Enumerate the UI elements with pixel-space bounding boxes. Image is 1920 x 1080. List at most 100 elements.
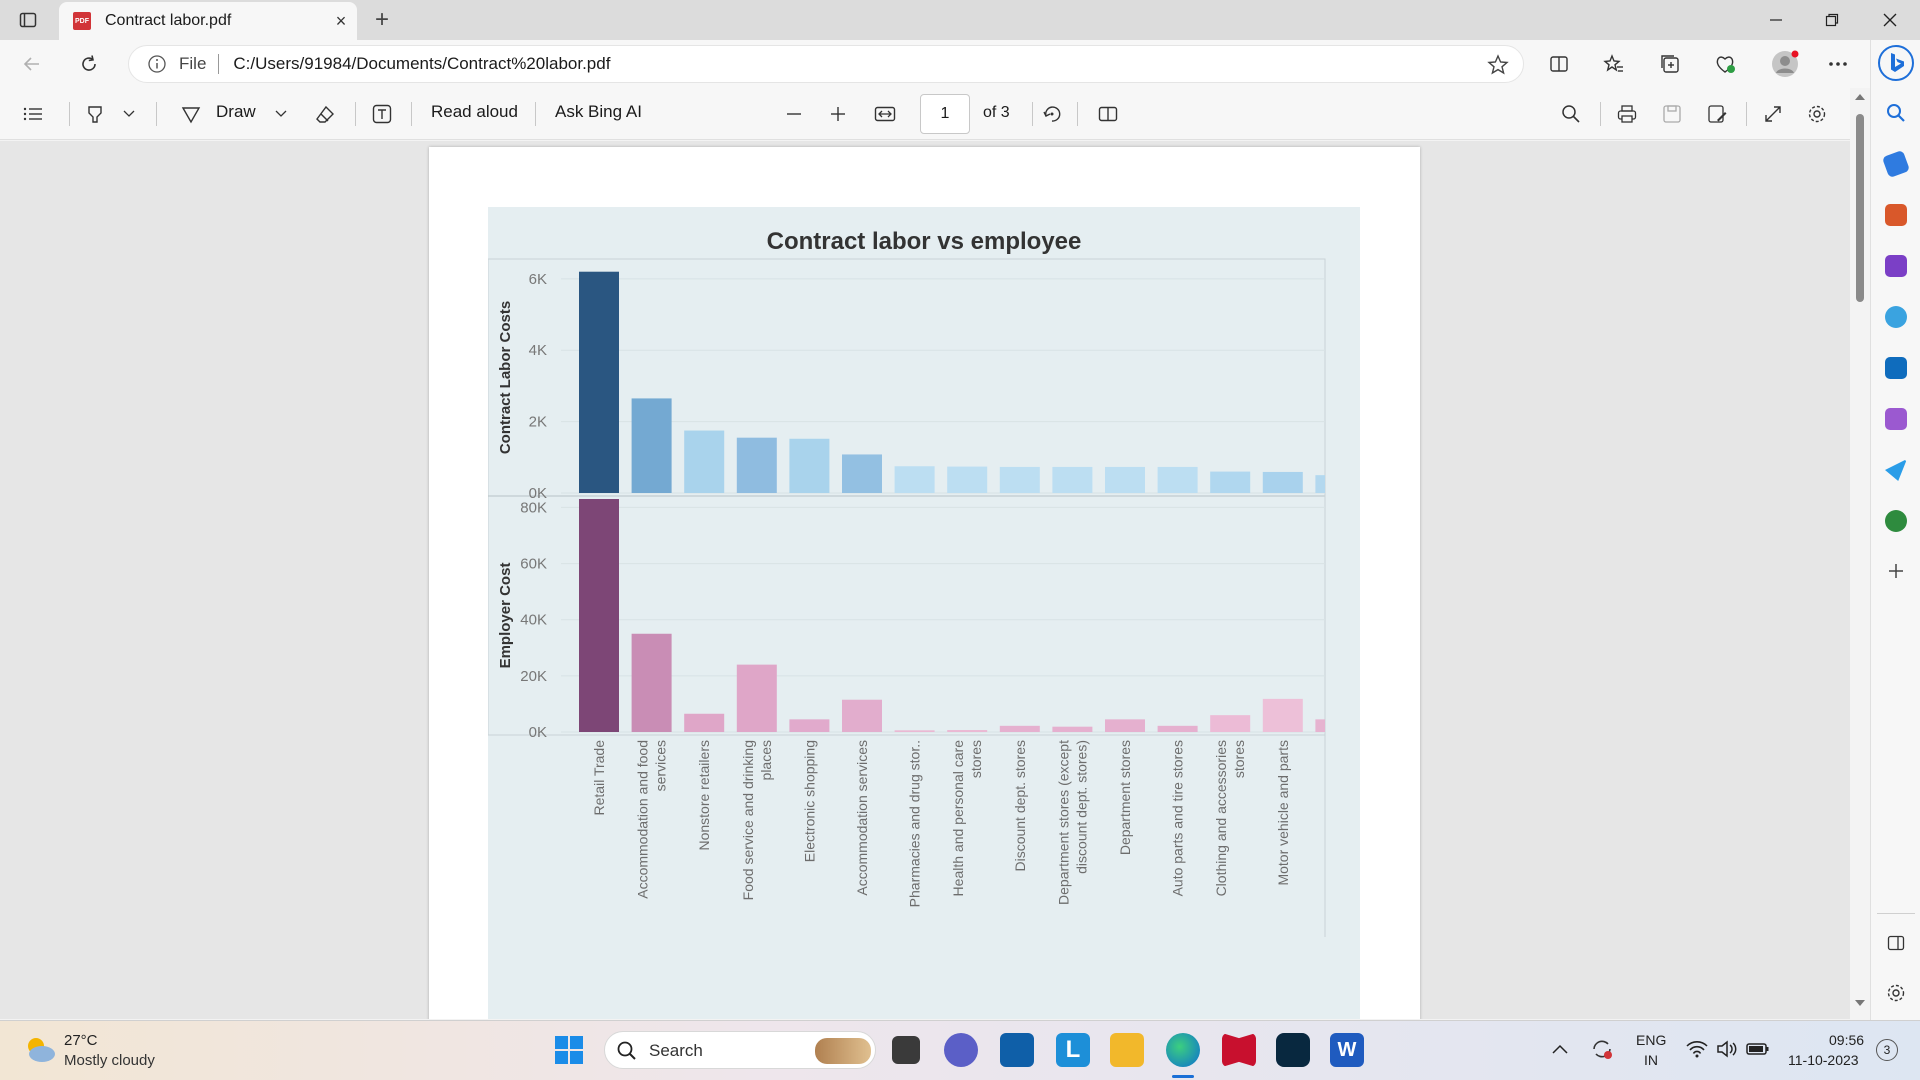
edge-browser-icon[interactable] bbox=[1166, 1033, 1200, 1067]
l-app-icon[interactable]: L bbox=[1056, 1033, 1090, 1067]
eraser-icon[interactable] bbox=[314, 103, 336, 125]
language-indicator-top[interactable]: ENG bbox=[1636, 1032, 1666, 1048]
settings-gear-icon[interactable] bbox=[1806, 103, 1828, 125]
highlight-icon[interactable] bbox=[84, 103, 106, 125]
category-label: Health and personal care bbox=[950, 740, 966, 897]
back-icon[interactable] bbox=[20, 52, 44, 76]
microsoft-store-icon[interactable] bbox=[1000, 1033, 1034, 1067]
show-hidden-icons-chevron-icon[interactable] bbox=[1552, 1041, 1570, 1055]
word-icon[interactable]: W bbox=[1330, 1033, 1364, 1067]
restore-button[interactable] bbox=[1804, 0, 1860, 40]
microsoft-365-icon[interactable] bbox=[1885, 306, 1907, 328]
draw-button[interactable]: Draw bbox=[216, 102, 256, 122]
scroll-down-arrow-icon[interactable] bbox=[1855, 1000, 1865, 1006]
send-arrow-icon[interactable] bbox=[1885, 459, 1907, 481]
rotate-icon[interactable] bbox=[1041, 103, 1063, 125]
minimize-button[interactable] bbox=[1748, 0, 1804, 40]
full-screen-icon[interactable] bbox=[1762, 103, 1784, 125]
toolbar-separator bbox=[535, 102, 536, 126]
read-aloud-button[interactable]: Read aloud bbox=[431, 102, 518, 122]
ask-bing-ai-button[interactable]: Ask Bing AI bbox=[555, 102, 642, 122]
clock-time[interactable]: 09:56 bbox=[1829, 1032, 1864, 1048]
bar bbox=[947, 466, 988, 493]
alexa-icon[interactable] bbox=[1276, 1033, 1310, 1067]
games-icon[interactable] bbox=[1885, 255, 1907, 277]
new-tab-button[interactable]: + bbox=[368, 6, 396, 34]
bar bbox=[579, 271, 619, 493]
favorites-icon[interactable] bbox=[1602, 52, 1626, 76]
mcafee-icon[interactable] bbox=[1222, 1033, 1256, 1067]
bar bbox=[1262, 698, 1303, 732]
tab-actions-icon[interactable] bbox=[18, 10, 38, 30]
contents-list-icon[interactable] bbox=[22, 103, 44, 125]
favorite-star-icon[interactable] bbox=[1487, 54, 1509, 76]
shopping-tag-icon[interactable] bbox=[1881, 149, 1911, 179]
info-icon[interactable] bbox=[147, 54, 167, 74]
pdf-viewer-area[interactable]: Contract labor vs employee 6K 4K 2K 0K Contr… bbox=[0, 141, 1850, 1019]
chart-svg: Contract labor vs employee 6K 4K 2K 0K Contr… bbox=[487, 228, 1326, 937]
chart: Contract labor vs employee 6K 4K 2K 0K Contr… bbox=[487, 207, 1360, 1019]
save-icon[interactable] bbox=[1661, 103, 1683, 125]
browser-essentials-icon[interactable] bbox=[1713, 52, 1737, 76]
print-icon[interactable] bbox=[1616, 103, 1638, 125]
volume-icon[interactable] bbox=[1716, 1040, 1738, 1058]
wifi-icon[interactable] bbox=[1686, 1040, 1708, 1058]
weather-cloud-icon[interactable] bbox=[22, 1033, 58, 1065]
refresh-icon[interactable] bbox=[77, 52, 101, 76]
windows-taskbar: 27°C Mostly cloudy Search L W ENG IN 09:… bbox=[0, 1020, 1920, 1080]
sync-icon[interactable] bbox=[1590, 1037, 1614, 1061]
outlook-icon[interactable] bbox=[1885, 357, 1907, 379]
sidebar-settings-icon[interactable] bbox=[1885, 982, 1907, 1004]
windows-start-icon[interactable] bbox=[554, 1035, 584, 1065]
scroll-up-arrow-icon[interactable] bbox=[1855, 94, 1865, 100]
battery-icon[interactable] bbox=[1746, 1041, 1770, 1057]
search-icon[interactable] bbox=[1560, 103, 1582, 125]
fit-to-width-icon[interactable] bbox=[873, 103, 897, 125]
language-indicator-bottom[interactable]: IN bbox=[1644, 1052, 1658, 1068]
teams-chat-icon[interactable] bbox=[944, 1033, 978, 1067]
page-number-input[interactable]: 1 bbox=[920, 94, 970, 134]
clock-date[interactable]: 11-10-2023 bbox=[1788, 1052, 1859, 1068]
add-text-icon[interactable] bbox=[371, 103, 393, 125]
close-window-button[interactable] bbox=[1862, 0, 1918, 40]
draw-options-chevron-icon[interactable] bbox=[272, 105, 290, 123]
tree-icon[interactable] bbox=[1885, 510, 1907, 532]
more-options-icon[interactable] bbox=[1826, 52, 1850, 76]
file-explorer-icon[interactable] bbox=[1110, 1033, 1144, 1067]
sidebar-search-icon[interactable] bbox=[1885, 102, 1907, 124]
bar bbox=[842, 454, 882, 493]
page-view-icon[interactable] bbox=[1097, 103, 1119, 125]
address-bar[interactable]: File C:/Users/91984/Documents/Contract%2… bbox=[128, 45, 1524, 83]
bar bbox=[842, 699, 882, 732]
draw-icon[interactable] bbox=[180, 103, 202, 125]
highlight-options-chevron-icon[interactable] bbox=[120, 105, 138, 123]
profile-avatar[interactable] bbox=[1769, 48, 1801, 80]
bing-copilot-icon[interactable] bbox=[1878, 45, 1914, 81]
hide-sidebar-icon[interactable] bbox=[1885, 932, 1907, 954]
tab-close-button[interactable]: × bbox=[325, 11, 357, 32]
vertical-scrollbar[interactable] bbox=[1850, 88, 1870, 1020]
zoom-in-icon[interactable] bbox=[827, 103, 849, 125]
taskbar-search-box[interactable]: Search bbox=[604, 1031, 876, 1069]
scrollbar-thumb[interactable] bbox=[1856, 114, 1864, 302]
save-as-icon[interactable] bbox=[1706, 103, 1728, 125]
category-label: discount dept. stores) bbox=[1073, 740, 1089, 874]
tools-briefcase-icon[interactable] bbox=[1885, 204, 1907, 226]
y-tick-label: 60K bbox=[520, 556, 547, 573]
tab-contract-labor[interactable]: PDF Contract labor.pdf × bbox=[59, 2, 357, 40]
task-view-icon[interactable] bbox=[892, 1036, 920, 1064]
bar bbox=[894, 466, 935, 493]
collections-icon[interactable] bbox=[1658, 52, 1682, 76]
add-sidebar-app-icon[interactable] bbox=[1885, 560, 1907, 582]
y-tick-label: 20K bbox=[520, 668, 547, 685]
toolbar-separator bbox=[411, 102, 412, 126]
y-tick-label: 80K bbox=[520, 499, 547, 516]
split-screen-icon[interactable] bbox=[1547, 52, 1571, 76]
address-url[interactable]: C:/Users/91984/Documents/Contract%20labo… bbox=[233, 54, 610, 74]
designer-icon[interactable] bbox=[1885, 408, 1907, 430]
bar bbox=[1262, 471, 1303, 493]
bar bbox=[579, 499, 619, 732]
notification-count-badge[interactable]: 3 bbox=[1876, 1039, 1898, 1061]
bar bbox=[1315, 719, 1325, 732]
zoom-out-icon[interactable] bbox=[783, 103, 805, 125]
